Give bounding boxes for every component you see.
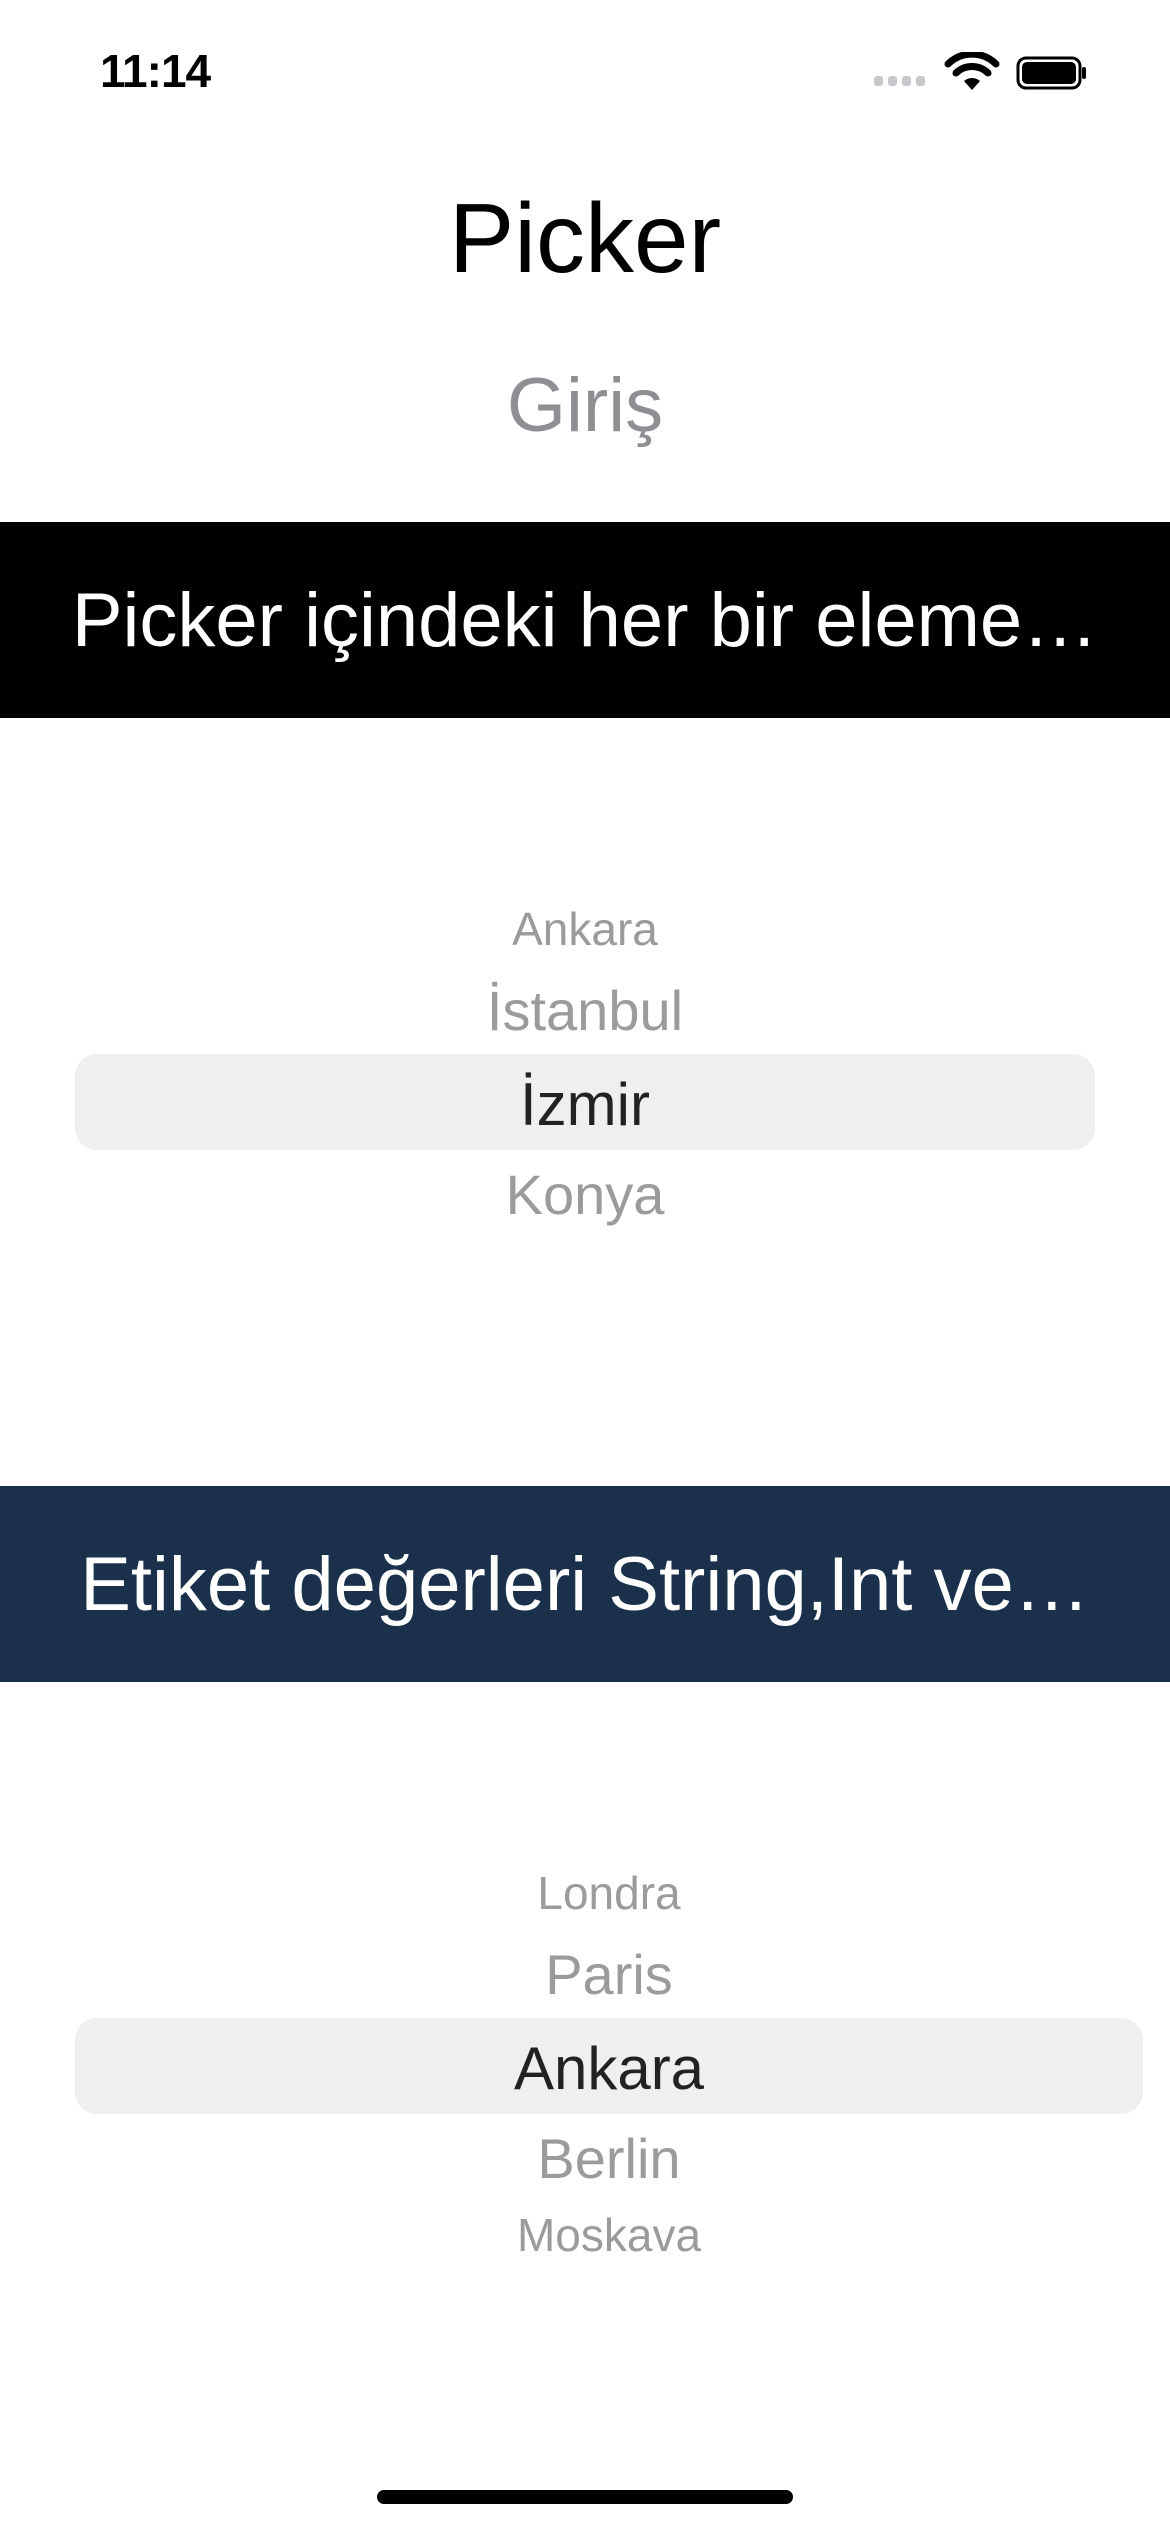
picker-item[interactable]: Londra	[0, 1866, 1170, 1920]
description-banner: Picker içindeki her bir eleme…	[0, 522, 1170, 718]
capital-picker[interactable]: Londra Paris Ankara Berlin Moskava	[0, 1824, 1170, 2284]
picker-item-selected[interactable]: İzmir	[0, 1070, 1170, 1139]
picker-item[interactable]: Ankara	[0, 902, 1170, 956]
page-subtitle: Giriş	[506, 363, 664, 448]
status-bar: 11:14	[0, 0, 1170, 140]
city-picker[interactable]: Ankara İstanbul İzmir Konya	[0, 860, 1170, 1320]
signal-icon	[874, 76, 928, 88]
banner-text: Etiket değerleri String,Int ve…	[80, 1541, 1090, 1627]
wifi-icon	[944, 52, 1000, 90]
status-time: 11:14	[100, 45, 211, 97]
battery-icon	[1016, 56, 1086, 90]
picker-item[interactable]: Berlin	[0, 2126, 1170, 2191]
banner-text: Picker içindeki her bir eleme…	[71, 577, 1099, 663]
home-indicator[interactable]	[377, 2490, 793, 2504]
picker-item[interactable]: İstanbul	[0, 978, 1170, 1043]
info-banner: Etiket değerleri String,Int ve…	[0, 1486, 1170, 1682]
picker-item-selected[interactable]: Ankara	[0, 2034, 1170, 2103]
picker-item[interactable]: Moskava	[0, 2208, 1170, 2262]
status-icons	[874, 52, 1114, 92]
picker-item[interactable]: Paris	[0, 1942, 1170, 2007]
picker-item[interactable]: Konya	[0, 1162, 1170, 1227]
page-title: Picker	[448, 183, 722, 293]
